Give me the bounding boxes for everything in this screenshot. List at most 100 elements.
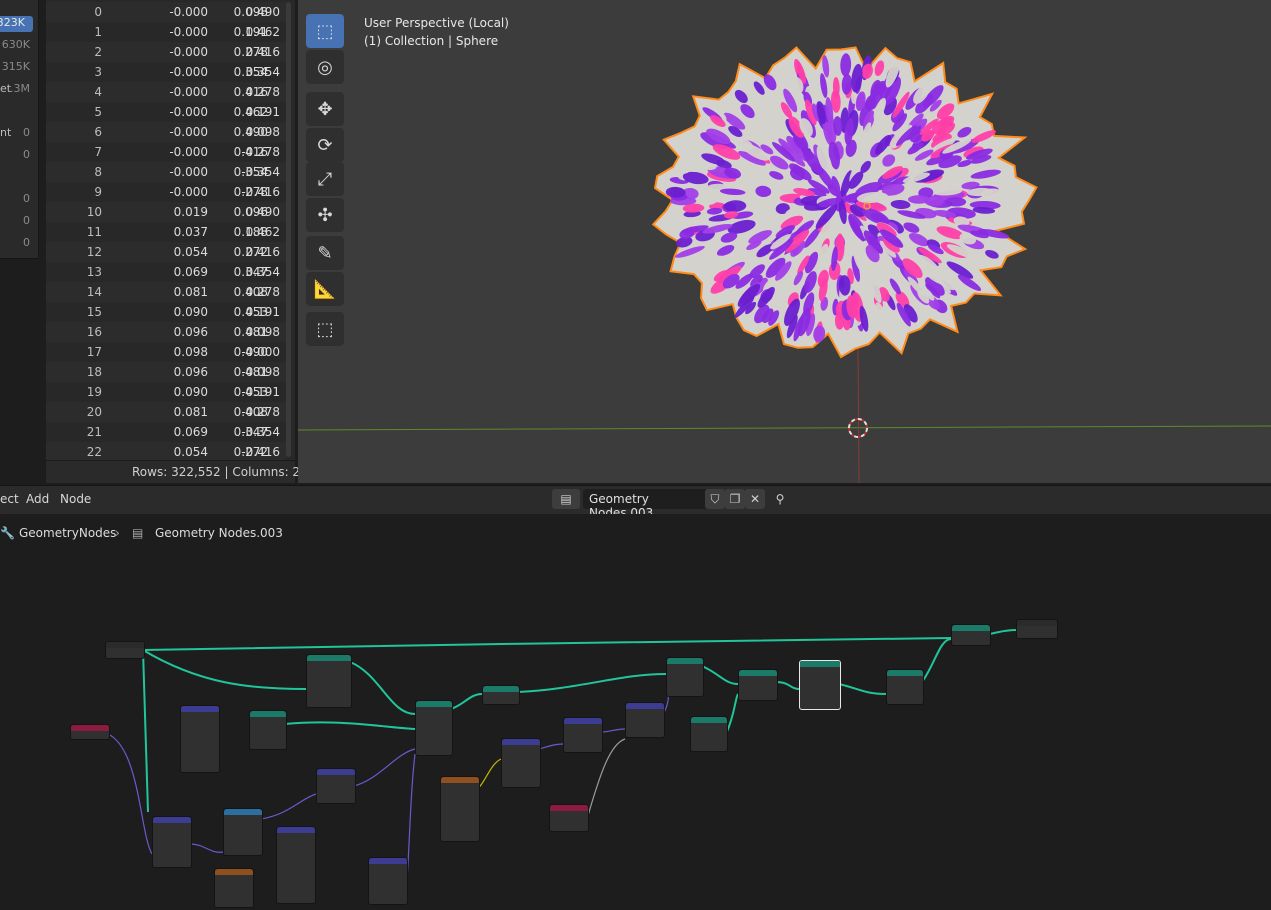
- 3d-viewport[interactable]: User Perspective (Local) (1) Collection …: [298, 0, 1271, 483]
- cell-value: 0.191: [245, 305, 280, 319]
- node-header[interactable]: [550, 805, 588, 811]
- graph-node[interactable]: [625, 702, 665, 738]
- cell-value: 0.416: [245, 245, 280, 259]
- node-header[interactable]: [800, 661, 840, 667]
- graph-node[interactable]: [666, 657, 704, 697]
- node-header[interactable]: [739, 670, 777, 676]
- cursor-icon[interactable]: ◎: [306, 50, 344, 84]
- node-tree-browse-icon[interactable]: ▤: [552, 489, 580, 509]
- graph-node[interactable]: [415, 700, 453, 756]
- graph-node[interactable]: [690, 716, 728, 752]
- viewport-info: User Perspective (Local) (1) Collection …: [364, 14, 509, 50]
- node-link: [921, 638, 952, 683]
- node-header[interactable]: [181, 706, 219, 712]
- node-header[interactable]: [369, 858, 407, 864]
- node-header[interactable]: [667, 658, 703, 664]
- graph-node[interactable]: [223, 808, 263, 856]
- table-row: 21 0.069 0.347 -0.354: [46, 422, 286, 442]
- row-index: 11: [86, 225, 102, 239]
- graph-node[interactable]: [214, 868, 254, 908]
- node-canvas[interactable]: 🔧 GeometryNodes › ▤ Geometry Nodes.003: [0, 514, 1271, 910]
- node-link: [538, 743, 564, 750]
- table-row: 13 0.069 0.347 0.354: [46, 262, 286, 282]
- node-header[interactable]: [887, 670, 923, 676]
- graph-node[interactable]: [549, 804, 589, 832]
- graph-node[interactable]: [316, 768, 356, 804]
- row-index: 4: [94, 85, 102, 99]
- graph-node[interactable]: [799, 660, 841, 710]
- node-header[interactable]: [1017, 620, 1057, 626]
- add-cube-icon[interactable]: ⬚: [306, 312, 344, 346]
- node-header[interactable]: [416, 701, 452, 707]
- graph-node[interactable]: [70, 724, 110, 740]
- stat-row: 0: [0, 214, 38, 230]
- node-header[interactable]: [626, 703, 664, 709]
- row-index: 18: [86, 365, 102, 379]
- graph-node[interactable]: [306, 654, 352, 708]
- graph-node[interactable]: [276, 826, 316, 904]
- node-header[interactable]: [691, 717, 727, 723]
- graph-node[interactable]: [738, 669, 778, 701]
- node-header[interactable]: [952, 625, 990, 631]
- node-header[interactable]: [71, 725, 109, 731]
- node-header[interactable]: [317, 769, 355, 775]
- table-row: 10 0.019 0.096 0.490: [46, 202, 286, 222]
- annotate-icon[interactable]: ✎: [306, 236, 344, 270]
- duplicate-icon[interactable]: ❐: [725, 489, 745, 509]
- unlink-close-icon[interactable]: ✕: [745, 489, 765, 509]
- select-box-icon[interactable]: ⬚: [306, 14, 344, 48]
- rotate-icon[interactable]: ⟳: [306, 128, 344, 162]
- node-header[interactable]: [483, 686, 519, 692]
- graph-node[interactable]: [482, 685, 520, 705]
- spreadsheet-scrollbar[interactable]: [286, 2, 291, 457]
- cell-value: -0.278: [241, 145, 280, 159]
- node-header[interactable]: [250, 711, 286, 717]
- table-row: 22 0.054 0.272 -0.416: [46, 442, 286, 462]
- menu-node[interactable]: Node: [60, 492, 91, 506]
- node-header[interactable]: [224, 809, 262, 815]
- node-header[interactable]: [307, 655, 351, 661]
- graph-node[interactable]: [180, 705, 220, 773]
- fake-user-shield-icon[interactable]: ⛉: [705, 489, 725, 509]
- row-index: 15: [86, 305, 102, 319]
- table-row: 17 0.098 0.490 -0.000: [46, 342, 286, 362]
- stat-value: .3M: [10, 82, 30, 95]
- node-header[interactable]: [441, 777, 479, 783]
- graph-node[interactable]: [501, 738, 541, 788]
- cell-value: 0.098: [245, 125, 280, 139]
- scale-icon[interactable]: ⤢: [306, 162, 344, 196]
- menu-add[interactable]: Add: [26, 492, 49, 506]
- stat-row: 0: [0, 148, 38, 164]
- graph-node[interactable]: [1016, 619, 1058, 639]
- node-tree-name-field[interactable]: Geometry Nodes.003: [583, 489, 709, 520]
- transform-icon[interactable]: ✣: [306, 198, 344, 232]
- node-header[interactable]: [106, 642, 144, 648]
- node-header[interactable]: [564, 718, 602, 724]
- row-index: 13: [86, 265, 102, 279]
- pin-icon[interactable]: ⚲: [770, 489, 790, 509]
- node-header[interactable]: [277, 827, 315, 833]
- cell-value: -0.278: [241, 405, 280, 419]
- stat-label: nt: [0, 126, 12, 139]
- graph-node[interactable]: [951, 624, 991, 646]
- row-index: 12: [86, 245, 102, 259]
- graph-node[interactable]: [368, 857, 408, 905]
- cell-value: -0.000: [241, 345, 280, 359]
- table-row: 12 0.054 0.272 0.416: [46, 242, 286, 262]
- measure-icon[interactable]: 📐: [306, 272, 344, 306]
- node-header[interactable]: [215, 869, 253, 875]
- graph-node[interactable]: [563, 717, 603, 753]
- graph-node[interactable]: [152, 816, 192, 868]
- graph-node[interactable]: [249, 710, 287, 750]
- menu-select[interactable]: ect: [0, 492, 19, 506]
- row-index: 22: [86, 445, 102, 459]
- node-header[interactable]: [502, 739, 540, 745]
- graph-node[interactable]: [440, 776, 480, 842]
- graph-node[interactable]: [886, 669, 924, 705]
- row-index: 7: [94, 145, 102, 159]
- graph-node[interactable]: [105, 641, 145, 659]
- move-icon[interactable]: ✥: [306, 92, 344, 126]
- node-link: [142, 649, 149, 813]
- node-header[interactable]: [153, 817, 191, 823]
- table-row: 19 0.090 0.453 -0.191: [46, 382, 286, 402]
